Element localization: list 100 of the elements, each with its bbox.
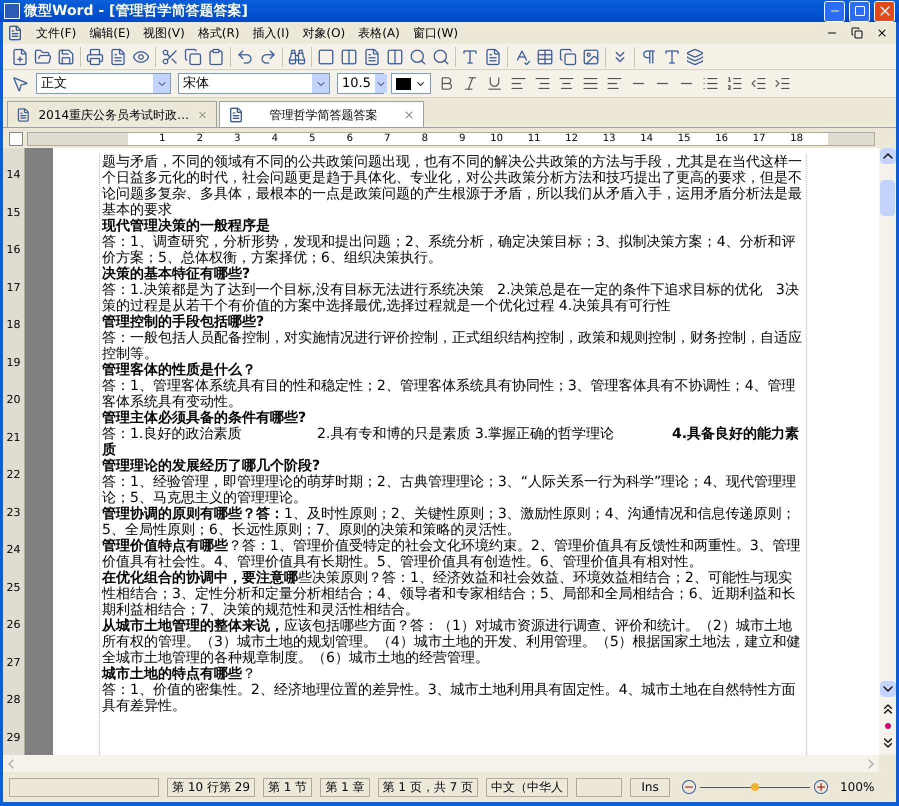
answer-text: 从城市土地管理的整体来说，应该包括哪些方面？答：（1）对城市资源进行调查、评价和统计。（2）城市土地所有权的管理。（3）城市土地的规划管理。（4）城市土地的开发、利用管理。（5）根据国家土地法，建立和健全城市土地管理的各种规章制度。（6）城市土地的经营管理。: [102, 618, 802, 666]
ruler-number: 5: [308, 134, 316, 144]
menu-item[interactable]: 插入(I): [252, 24, 290, 42]
italic-icon[interactable]: [462, 75, 479, 92]
ruler-number: 15: [676, 134, 690, 144]
ruler-number: 22: [6, 467, 20, 483]
page-icon[interactable]: [363, 48, 381, 66]
numbering-icon[interactable]: [726, 75, 743, 92]
dropdown-field[interactable]: 正文: [36, 73, 171, 94]
pilcrow-icon[interactable]: [640, 48, 658, 66]
document-icon: [7, 25, 23, 41]
bullets-icon[interactable]: [702, 75, 719, 92]
letter-icon[interactable]: [461, 48, 479, 66]
answer-text: 答：1.决策都是为了达到一个目标,没有目标无法进行系统决策 2.决策总是在一定的条件下追求目标的优化 3决策的过程是从若干个有价值的方案中选择最优,选择过程就是一个优化过程 4.决策具有可行性: [102, 282, 800, 314]
question-text: 管理理论的发展经历了哪几个阶段?: [102, 458, 322, 474]
status-field: 第 1 页，共 7 页: [378, 778, 478, 796]
ruler-number: 9: [458, 134, 466, 144]
new-file-icon[interactable]: [11, 48, 29, 66]
menu-item[interactable]: 对象(O): [302, 24, 346, 42]
save-icon[interactable]: [57, 48, 75, 66]
question-text: 管理客体的性质是什么？: [102, 362, 257, 378]
menu-item[interactable]: 编辑(E): [89, 24, 130, 42]
scissors-icon[interactable]: [161, 48, 179, 66]
underline-icon[interactable]: [486, 75, 503, 92]
maximize-button[interactable]: [849, 0, 870, 22]
question-text: 决策的基本特征有哪些?: [102, 266, 252, 282]
menu-item[interactable]: 视图(V): [143, 24, 185, 42]
color-swatch: [396, 78, 411, 90]
answer-text: 答：1、价值的密集性。2、经济地理位置的差异性。3、城市土地利用具有固定性。4、城市土地在自然特性方面具有差异性。: [102, 682, 797, 714]
close-icon[interactable]: [876, 27, 888, 39]
dropdown-field[interactable]: 10.5: [337, 73, 384, 94]
restore-icon[interactable]: [851, 27, 863, 39]
undo-icon[interactable]: [236, 48, 254, 66]
table-icon[interactable]: [536, 48, 554, 66]
dropdown-field[interactable]: 宋体: [178, 73, 330, 94]
scroll-thumb[interactable]: [880, 180, 895, 216]
frame-icon[interactable]: [582, 48, 600, 66]
status-field: [576, 778, 622, 796]
binoculars-icon[interactable]: [288, 48, 306, 66]
align-left-icon[interactable]: [510, 75, 527, 92]
tab-stop-icon[interactable]: [606, 75, 623, 92]
answer-text: 城市土地的特点有哪些？: [102, 666, 257, 682]
ruler-number: 11: [526, 134, 540, 144]
answer-text: 答：1、管理客体系统具有目的性和稳定性；2、管理客体系统具有协同性；3、管理客体具有不协调性；4、管理客体系统具有变动性。: [102, 378, 797, 410]
status-field: 第 1 节: [262, 778, 312, 796]
minimize-button[interactable]: [824, 0, 845, 22]
printer-icon[interactable]: [86, 48, 104, 66]
ruler-number: 29: [6, 730, 20, 746]
redo-icon[interactable]: [259, 48, 277, 66]
document-tab[interactable]: 管理哲学简答题答案: [219, 101, 424, 127]
ruler-number: 13: [602, 134, 616, 144]
ruler-number: 2: [196, 134, 203, 144]
menu-item[interactable]: 窗口(W): [412, 24, 458, 42]
document-tab[interactable]: 2014重庆公务员考试时政…: [7, 101, 217, 127]
folder-icon[interactable]: [34, 48, 52, 66]
ruler-number: 17: [6, 280, 20, 296]
indent-icon[interactable]: [774, 75, 791, 92]
close-button[interactable]: [874, 0, 895, 22]
ruler-number: 17: [752, 134, 766, 144]
paragraph-page-icon[interactable]: [484, 48, 502, 66]
layers-icon[interactable]: [686, 48, 704, 66]
copy-icon[interactable]: [184, 48, 202, 66]
question-text: 现代管理决策的一般程序是: [102, 218, 271, 234]
ruler-number: 16: [714, 134, 728, 144]
ruler-number: 15: [6, 204, 20, 220]
object-icon[interactable]: [559, 48, 577, 66]
scroll-down-icon[interactable]: [880, 681, 896, 697]
menu-item[interactable]: 文件(F): [36, 24, 76, 42]
window-title: 微型Word - [管理哲学简答题答案]: [24, 2, 249, 20]
color-dropdown[interactable]: [391, 73, 431, 94]
justify-icon[interactable]: [582, 75, 599, 92]
scroll-up-icon[interactable]: [880, 148, 896, 164]
two-pages-icon[interactable]: [386, 48, 404, 66]
tab-selector-icon[interactable]: [9, 132, 23, 146]
ruler-number: 28: [6, 692, 20, 708]
page-icon[interactable]: [317, 48, 335, 66]
ruler-number: 16: [6, 242, 20, 258]
align-right-icon[interactable]: [534, 75, 551, 92]
zoom-icon[interactable]: [432, 48, 450, 66]
pointer-icon[interactable]: [11, 74, 29, 92]
ruler-number: 4: [270, 134, 278, 144]
document-icon[interactable]: [109, 48, 127, 66]
menu-item[interactable]: 表格(A): [358, 24, 400, 42]
menu-item[interactable]: 格式(R): [198, 24, 240, 42]
ruler-number: 6: [346, 134, 353, 144]
ruler-number: 12: [564, 134, 578, 144]
zoom-in-icon[interactable]: [814, 780, 828, 794]
zoom-reading: 100%: [840, 779, 874, 796]
search-icon[interactable]: [409, 48, 427, 66]
ruler-number: 1: [158, 134, 166, 144]
answer-text: 题与矛盾，不同的领域有不同的公共政策问题出现，也有不同的解决公共政策的方法与手段，尤其是在当代这样一个日益多元化的时代，社会问题更是趋于具体化、专业化，对公共政策分析方法和技巧提出了更高的要求，但是不论问题多复杂、多具体，最根本的一点是政策问题的产生根源于矛盾，所以我们从矛盾入手，运用矛盾分析法是最基本的要求: [102, 154, 803, 218]
ruler-number: 8: [420, 134, 428, 144]
answer-text: 答：1.良好的政治素质 2.具有专和博的只是素质 3.掌握正确的哲学理论 4.具备良好的能力素质: [102, 426, 800, 458]
zoom-out-icon[interactable]: [682, 780, 696, 794]
outdent-icon[interactable]: [750, 75, 767, 92]
align-center-icon[interactable]: [558, 75, 575, 92]
ruler-number: 26: [6, 617, 20, 633]
clipboard-icon[interactable]: [207, 48, 225, 66]
columns-icon[interactable]: [340, 48, 358, 66]
browse-object-icon[interactable]: [884, 723, 890, 729]
